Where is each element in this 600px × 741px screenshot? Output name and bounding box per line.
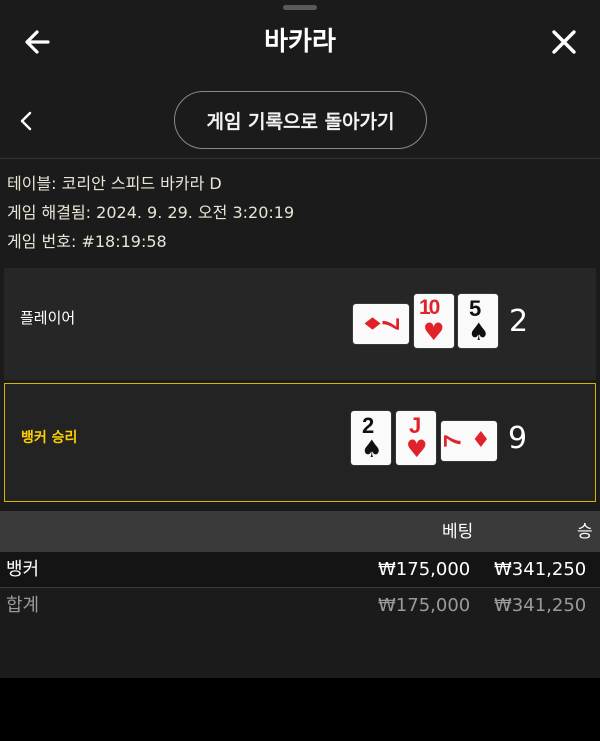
column-header-bet: 베팅 [442,522,474,542]
player-card-2: 10 ♥ [414,294,454,348]
game-number: 게임 번호: #18:19:58 [7,232,167,251]
banker-card-1: 2 ♠ [351,411,391,465]
chevron-left-icon[interactable] [12,104,42,138]
bet-name: 뱅커 [6,559,40,580]
close-icon[interactable] [544,22,584,62]
banker-win-label: 뱅커 승리 [21,430,78,446]
top-bar: 바카라 [0,10,600,74]
card-rank: 7 [376,317,404,331]
table-name: 테이블: 코리안 스피드 바카라 D [7,174,222,193]
player-label: 플레이어 [20,309,76,327]
card-rank: 7 [439,434,467,448]
table-row-total: 합계 ₩175,000 ₩341,250 [0,588,600,623]
banker-card-2: J ♥ [396,411,436,465]
heart-icon: ♥ [423,318,445,346]
banker-card-3: 7 ♦ [439,421,497,461]
player-card-1: ♦ 7 [353,304,409,344]
page-title: 바카라 [264,27,336,57]
win-amount: ₩341,250 [494,559,587,580]
bottom-backdrop [0,678,600,741]
diamond-icon: ♦ [471,428,491,453]
card-rank: 10 [419,296,440,319]
bet-amount: ₩175,000 [378,559,471,580]
table-header: 베팅 승 [0,511,600,552]
spade-icon: ♠ [361,435,383,463]
total-bet-amount: ₩175,000 [378,595,471,616]
player-score: 2 [509,304,529,339]
heart-icon: ♥ [406,435,428,463]
spade-icon: ♠ [468,318,490,346]
player-hand: 플레이어 ♦ 7 10 ♥ 5 ♠ 2 [4,268,596,380]
game-detail-panel: 바카라 게임 기록으로 돌아가기 테이블: 코리안 스피드 바카라 D 게임 해… [0,0,600,678]
total-win-amount: ₩341,250 [494,595,587,616]
player-card-3: 5 ♠ [458,294,498,348]
banker-hand: 뱅커 승리 2 ♠ J ♥ 7 ♦ 9 [4,383,596,502]
total-label: 합계 [6,595,40,616]
back-to-history-button[interactable]: 게임 기록으로 돌아가기 [174,91,427,149]
column-header-win: 승 [577,522,593,542]
table-row: 뱅커 ₩175,000 ₩341,250 [0,552,600,587]
divider [0,158,600,159]
resolved-time: 게임 해결됨: 2024. 9. 29. 오전 3:20:19 [7,203,295,222]
banker-score: 9 [508,421,528,456]
